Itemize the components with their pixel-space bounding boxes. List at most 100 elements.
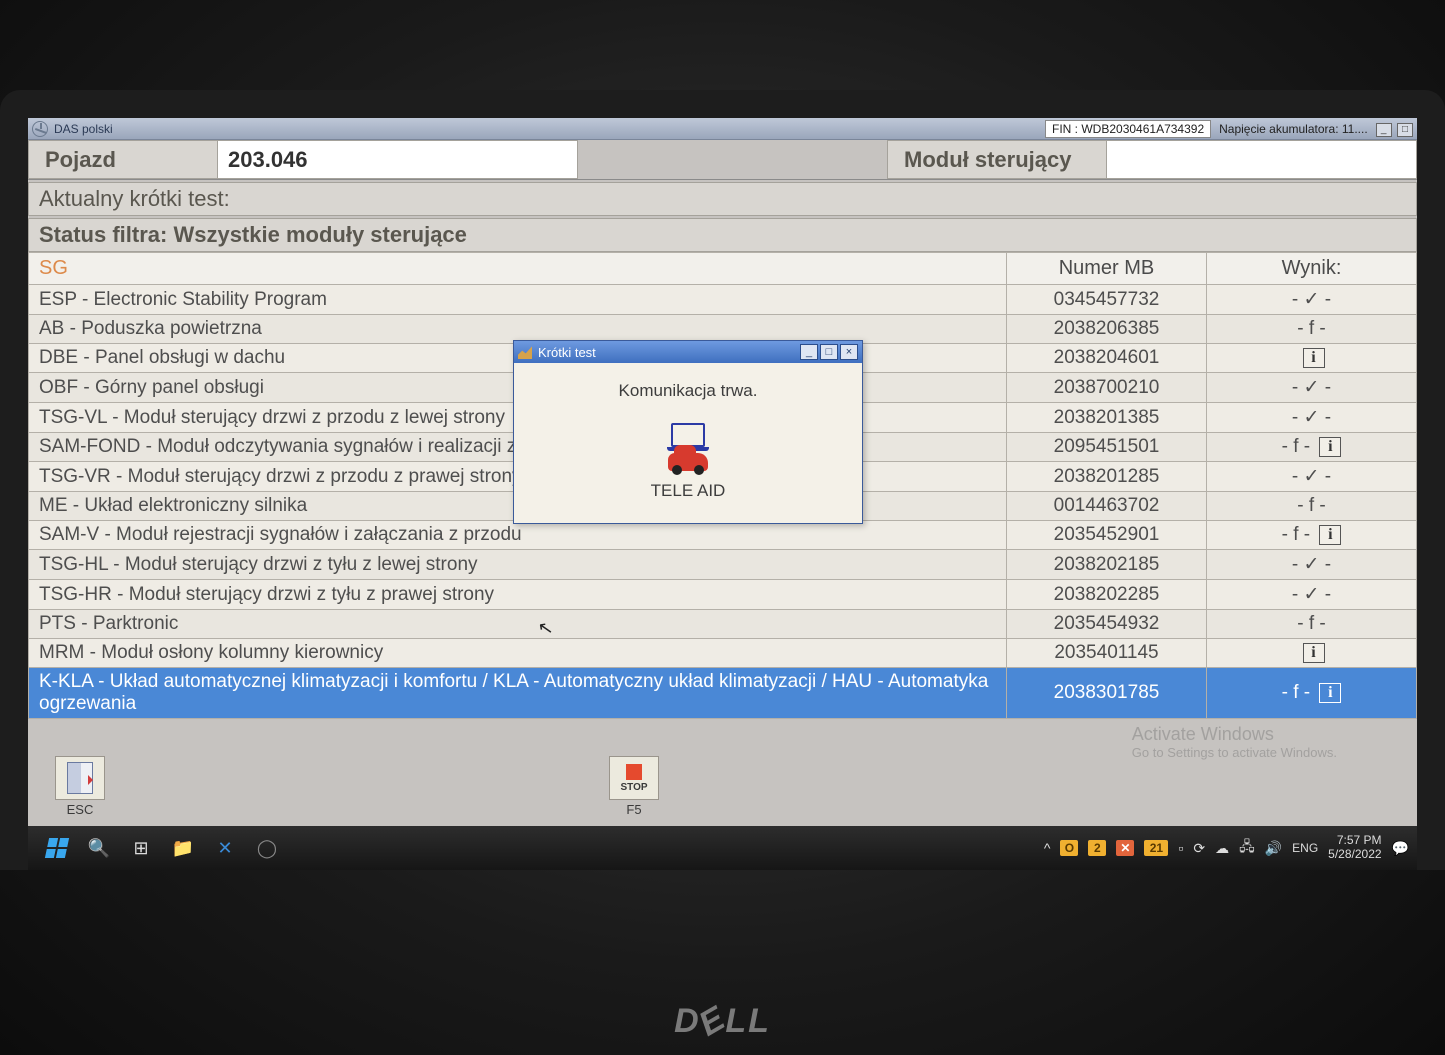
cell-mb: 0345457732 — [1007, 285, 1207, 315]
cell-result: - f - i — [1207, 521, 1417, 550]
cell-result: i — [1207, 639, 1417, 668]
cell-result: - ✓ - — [1207, 285, 1417, 315]
cell-sg: ESP - Electronic Stability Program — [29, 285, 1007, 315]
tray-number-2-icon[interactable]: 2 — [1088, 840, 1106, 856]
footer-bar: ESC STOP F5 — [28, 752, 1417, 826]
app-title: DAS polski — [54, 122, 113, 136]
tray-network-icon[interactable]: 🖧 — [1239, 836, 1255, 860]
popup-module-name: TELE AID — [524, 481, 852, 501]
popup-title: Krótki test — [538, 345, 596, 360]
filter-status: Status filtra: Wszystkie moduły sterując… — [28, 218, 1417, 252]
file-explorer-icon[interactable]: 📁 — [162, 831, 204, 865]
maximize-button[interactable]: □ — [1397, 123, 1413, 137]
cell-result: - f - — [1207, 315, 1417, 344]
cell-sg: MRM - Moduł osłony kolumny kierownicy — [29, 639, 1007, 668]
table-row[interactable]: TSG-HR - Moduł sterujący drzwi z tyłu z … — [29, 580, 1417, 610]
tray-volume-icon[interactable]: 🔊 — [1265, 840, 1282, 857]
info-icon[interactable]: i — [1319, 683, 1341, 703]
vehicle-value: 203.046 — [218, 140, 578, 179]
cell-sg: SAM-V - Moduł rejestracji sygnałów i zał… — [29, 521, 1007, 550]
tray-sync-icon[interactable]: ⟳ — [1193, 840, 1205, 857]
test-header: Aktualny krótki test: — [28, 182, 1417, 216]
table-row[interactable]: MRM - Moduł osłony kolumny kierownicy203… — [29, 639, 1417, 668]
tray-cloud-icon[interactable]: ☁ — [1215, 840, 1229, 857]
cell-sg: K-KLA - Układ automatycznej klimatyzacji… — [29, 668, 1007, 719]
das-icon[interactable]: ◯ — [246, 831, 288, 865]
tray-language[interactable]: ENG — [1292, 841, 1318, 855]
table-row[interactable]: TSG-HL - Moduł sterujący drzwi z tyłu z … — [29, 550, 1417, 580]
cell-mb: 2095451501 — [1007, 433, 1207, 462]
mercedes-logo-icon — [32, 121, 48, 137]
laptop-icon — [671, 423, 705, 447]
cell-result: - ✓ - — [1207, 403, 1417, 433]
cell-result: - f - i — [1207, 433, 1417, 462]
cell-mb: 2038202185 — [1007, 550, 1207, 580]
exit-icon — [67, 762, 93, 794]
popup-message: Komunikacja trwa. — [524, 381, 852, 401]
tray-notifications-icon[interactable]: 💬 — [1392, 840, 1409, 857]
cell-mb: 2035454932 — [1007, 610, 1207, 639]
start-button[interactable] — [36, 831, 78, 865]
cell-sg: TSG-HL - Moduł sterujący drzwi z tyłu z … — [29, 550, 1007, 580]
tray-chevron-up-icon[interactable]: ^ — [1044, 840, 1051, 856]
cell-mb: 2035401145 — [1007, 639, 1207, 668]
cell-result: - f - — [1207, 610, 1417, 639]
cell-mb: 2038202285 — [1007, 580, 1207, 610]
cell-mb: 2038301785 — [1007, 668, 1207, 719]
popup-titlebar[interactable]: Krótki test _ □ × — [514, 341, 862, 363]
popup-minimize-button[interactable]: _ — [800, 344, 818, 360]
fin-display: FIN : WDB2030461A734392 — [1045, 120, 1211, 138]
tray-x-icon[interactable]: ✕ — [1116, 840, 1134, 856]
vehicle-label: Pojazd — [28, 140, 218, 179]
popup-maximize-button[interactable]: □ — [820, 344, 838, 360]
cell-result: - f - — [1207, 492, 1417, 521]
table-row[interactable]: ESP - Electronic Stability Program034545… — [29, 285, 1417, 315]
cell-result: - ✓ - — [1207, 580, 1417, 610]
cell-result: - f - i — [1207, 668, 1417, 719]
task-view-icon[interactable]: ⊞ — [120, 831, 162, 865]
tray-badge-icon[interactable]: O — [1060, 840, 1078, 856]
cell-mb: 2035452901 — [1007, 521, 1207, 550]
module-label: Moduł sterujący — [887, 140, 1107, 179]
col-sg: SG — [29, 253, 1007, 285]
battery-voltage: Napięcie akumulatora: 11.... — [1219, 122, 1368, 136]
esc-button[interactable]: ESC — [48, 756, 112, 817]
tray-app-icon[interactable]: ▫ — [1178, 840, 1183, 856]
table-row[interactable]: SAM-V - Moduł rejestracji sygnałów i zał… — [29, 521, 1417, 550]
cell-mb: 2038201385 — [1007, 403, 1207, 433]
table-row[interactable]: PTS - Parktronic2035454932- f - — [29, 610, 1417, 639]
popup-app-icon — [518, 345, 532, 359]
info-icon[interactable]: i — [1303, 348, 1325, 368]
info-icon[interactable]: i — [1303, 643, 1325, 663]
window-titlebar: DAS polski FIN : WDB2030461A734392 Napię… — [28, 118, 1417, 140]
car-icon — [668, 453, 708, 471]
col-result: Wynik: — [1207, 253, 1417, 285]
col-mb: Numer MB — [1007, 253, 1207, 285]
module-value — [1107, 140, 1417, 179]
xentry-icon[interactable]: ✕ — [204, 831, 246, 865]
window-buttons: _ □ — [1374, 121, 1413, 137]
info-icon[interactable]: i — [1319, 525, 1341, 545]
cell-result: - ✓ - — [1207, 550, 1417, 580]
short-test-popup: Krótki test _ □ × Komunikacja trwa. TELE… — [513, 340, 863, 524]
dell-brand-logo: DELL — [674, 1002, 771, 1041]
table-row[interactable]: K-KLA - Układ automatycznej klimatyzacji… — [29, 668, 1417, 719]
tray-number-21-icon[interactable]: 21 — [1144, 840, 1168, 856]
cell-mb: 2038206385 — [1007, 315, 1207, 344]
cell-sg: TSG-HR - Moduł sterujący drzwi z tyłu z … — [29, 580, 1007, 610]
stop-icon — [626, 764, 642, 780]
cell-mb: 2038700210 — [1007, 373, 1207, 403]
windows-taskbar[interactable]: 🔍 ⊞ 📁 ✕ ◯ ^ O 2 ✕ 21 ▫ ⟳ ☁ 🖧 🔊 ENG — [28, 826, 1417, 870]
popup-close-button[interactable]: × — [840, 344, 858, 360]
stop-button[interactable]: STOP F5 — [602, 756, 666, 817]
cell-mb: 0014463702 — [1007, 492, 1207, 521]
search-icon[interactable]: 🔍 — [78, 831, 120, 865]
info-icon[interactable]: i — [1319, 437, 1341, 457]
tray-clock[interactable]: 7:57 PM 5/28/2022 — [1328, 834, 1381, 862]
minimize-button[interactable]: _ — [1376, 123, 1392, 137]
cell-sg: PTS - Parktronic — [29, 610, 1007, 639]
cell-mb: 2038201285 — [1007, 462, 1207, 492]
cell-mb: 2038204601 — [1007, 344, 1207, 373]
cell-result: i — [1207, 344, 1417, 373]
cell-result: - ✓ - — [1207, 462, 1417, 492]
